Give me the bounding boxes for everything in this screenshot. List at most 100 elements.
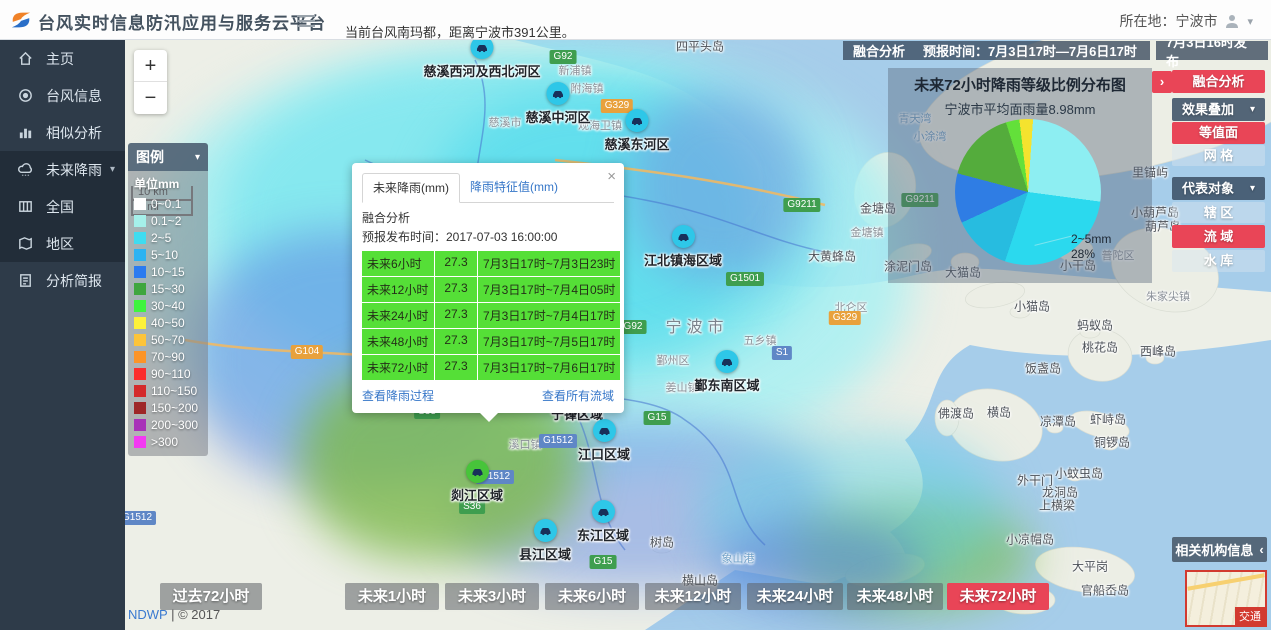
map-label: 西峰岛 <box>1140 343 1176 360</box>
legend-label: 70~90 <box>151 350 185 364</box>
map-button-fusion[interactable]: 融合分析 <box>1172 70 1265 93</box>
time-button[interactable]: 未来12小时 <box>645 583 741 610</box>
map-button-isoline[interactable]: 等值面 <box>1172 122 1265 144</box>
view-rain-process-link[interactable]: 查看降雨过程 <box>362 387 434 404</box>
tab-rain-feature[interactable]: 降雨特征值(mm) <box>460 173 568 202</box>
basin-marker[interactable]: 鄞东南区域 <box>694 350 759 394</box>
sidebar-nav: 主页台风信息相似分析未来降雨▾ 全国地区分析简报 <box>0 40 125 630</box>
map-label: 四平头岛 <box>676 40 724 55</box>
popup-source: 融合分析 <box>362 209 614 228</box>
basin-marker-label: 慈溪西河及西北河区 <box>423 61 540 80</box>
view-all-basins-link[interactable]: 查看所有流域 <box>542 387 614 404</box>
mini-map[interactable]: 交通 <box>1185 570 1267 627</box>
basin-marker[interactable]: 慈溪中河区 <box>525 82 590 126</box>
map-button-district[interactable]: 辖 区 <box>1172 202 1265 223</box>
location-label: 所在地：宁波市 <box>1119 11 1217 31</box>
menu-icon[interactable] <box>297 12 315 26</box>
forecast-range: 预报时间：7月3日17时—7月6日17时 <box>923 41 1137 60</box>
road-badge: S1 <box>772 346 792 360</box>
basin-marker[interactable]: 县江区域 <box>519 519 571 563</box>
map-label: 小蚊虫岛 <box>1055 465 1103 482</box>
map-label: 横岛 <box>987 404 1011 421</box>
map-button-label: 效果叠加 <box>1182 98 1234 121</box>
chevron-down-icon[interactable]: ▾ <box>1247 15 1253 28</box>
map-button-basin[interactable]: 流 域 <box>1172 225 1265 248</box>
sidebar-item-home[interactable]: 主页 <box>0 40 125 77</box>
tab-future-rain[interactable]: 未来降雨(mm) <box>362 173 460 203</box>
sidebar-item-report[interactable]: 分析简报 <box>0 262 125 299</box>
legend-label: >300 <box>151 435 178 449</box>
sidebar-item-region[interactable]: 地区 <box>0 225 125 262</box>
time-button[interactable]: 未来1小时 <box>345 583 439 610</box>
user-icon[interactable] <box>1224 13 1240 29</box>
sidebar-item-rain[interactable]: 未来降雨▾ <box>0 151 125 188</box>
popup-row-range: 7月3日17时~7月6日17时 <box>478 355 620 380</box>
sidebar-item-label: 地区 <box>46 234 74 254</box>
close-icon[interactable]: × <box>607 168 616 185</box>
related-org-button[interactable]: 相关机构信息 ‹ <box>1172 537 1267 562</box>
sidebar-item-typhoon[interactable]: 台风信息 <box>0 77 125 114</box>
popup-row-range: 7月3日17时~7月3日23时 <box>478 251 620 276</box>
time-button[interactable]: 过去72小时 <box>160 583 262 610</box>
legend-swatch <box>134 436 146 448</box>
rain-icon <box>17 161 34 178</box>
basin-marker[interactable]: 慈溪西河及西北河区 <box>423 40 540 80</box>
map-label: 小猫岛 <box>1014 298 1050 315</box>
legend-item: 70~90 <box>134 348 202 365</box>
legend-label: 30~40 <box>151 299 185 313</box>
legend-item: 2~5 <box>134 229 202 246</box>
time-button[interactable]: 未来48小时 <box>847 583 943 610</box>
basin-marker[interactable]: 慈溪东河区 <box>604 109 669 153</box>
legend-label: 15~30 <box>151 282 185 296</box>
basin-marker[interactable]: 江北镇海区域 <box>644 225 722 269</box>
map-button-overlay[interactable]: 效果叠加▾ <box>1172 98 1265 121</box>
ndwp-link[interactable]: NDWP <box>128 607 167 622</box>
road-badge: G1512 <box>125 511 156 525</box>
map-canvas[interactable]: 四平头岛新浦镇附海镇慈溪市观海卫镇青天湾小涂湾里锚屿金塘岛金塘镇小葫芦岛葫芦岛大… <box>125 40 1271 630</box>
region-icon <box>17 235 34 252</box>
time-button[interactable]: 未来6小时 <box>545 583 639 610</box>
vehicle-icon <box>470 40 493 59</box>
legend-swatch <box>134 198 146 210</box>
basin-marker-label: 慈溪中河区 <box>525 107 590 126</box>
map-button-grid[interactable]: 网 格 <box>1172 145 1265 166</box>
legend-header[interactable]: 图例 ▾ <box>128 143 208 171</box>
time-button[interactable]: 未来24小时 <box>747 583 843 610</box>
sidebar-item-nation[interactable]: 全国 <box>0 188 125 225</box>
zoom-out-button[interactable]: − <box>134 82 167 114</box>
vehicle-icon <box>625 109 648 132</box>
map-label: 宁波市 <box>665 313 728 337</box>
legend-swatch <box>134 283 146 295</box>
map-label: 蚂蚁岛 <box>1077 317 1113 334</box>
map-button-label: 辖 区 <box>1204 205 1234 220</box>
map-button-reservoir[interactable]: 水 库 <box>1172 250 1265 272</box>
map-button-objects[interactable]: 代表对象▾ <box>1172 177 1265 200</box>
home-icon <box>17 50 34 67</box>
sidebar-item-label: 主页 <box>46 49 74 69</box>
basin-marker[interactable]: 东江区域 <box>577 500 629 544</box>
vehicle-icon <box>591 500 614 523</box>
nation-icon <box>17 198 34 215</box>
map-label: 金塘镇 <box>851 224 884 240</box>
zoom-in-button[interactable]: + <box>134 50 167 82</box>
popup-row-value: 27.3 <box>435 251 477 276</box>
time-button[interactable]: 未来3小时 <box>445 583 539 610</box>
map-label: 佛渡岛 <box>938 405 974 422</box>
map-label: 树岛 <box>650 534 674 551</box>
sidebar-item-label: 全国 <box>46 197 74 217</box>
basin-marker[interactable]: 剡江区域 <box>451 460 503 504</box>
basin-marker[interactable]: 江口区域 <box>578 419 630 463</box>
legend-item: 40~50 <box>134 314 202 331</box>
legend-swatch <box>134 232 146 244</box>
sidebar-item-label: 相似分析 <box>46 123 102 143</box>
popup-row-period: 未来72小时 <box>362 355 434 380</box>
legend-label: 0~0.1 <box>151 197 181 211</box>
road-badge: G1501 <box>726 272 764 286</box>
legend-swatch <box>134 215 146 227</box>
legend-label: 150~200 <box>151 401 198 415</box>
sidebar-item-similar[interactable]: 相似分析 <box>0 114 125 151</box>
popup-table: 未来6小时27.37月3日17时~7月3日23时未来12小时27.37月3日17… <box>362 251 614 380</box>
pie-panel-collapse-button[interactable]: › <box>1152 71 1172 93</box>
time-button[interactable]: 未来72小时 <box>947 583 1049 610</box>
map-label: 溪口镇 <box>509 436 542 452</box>
